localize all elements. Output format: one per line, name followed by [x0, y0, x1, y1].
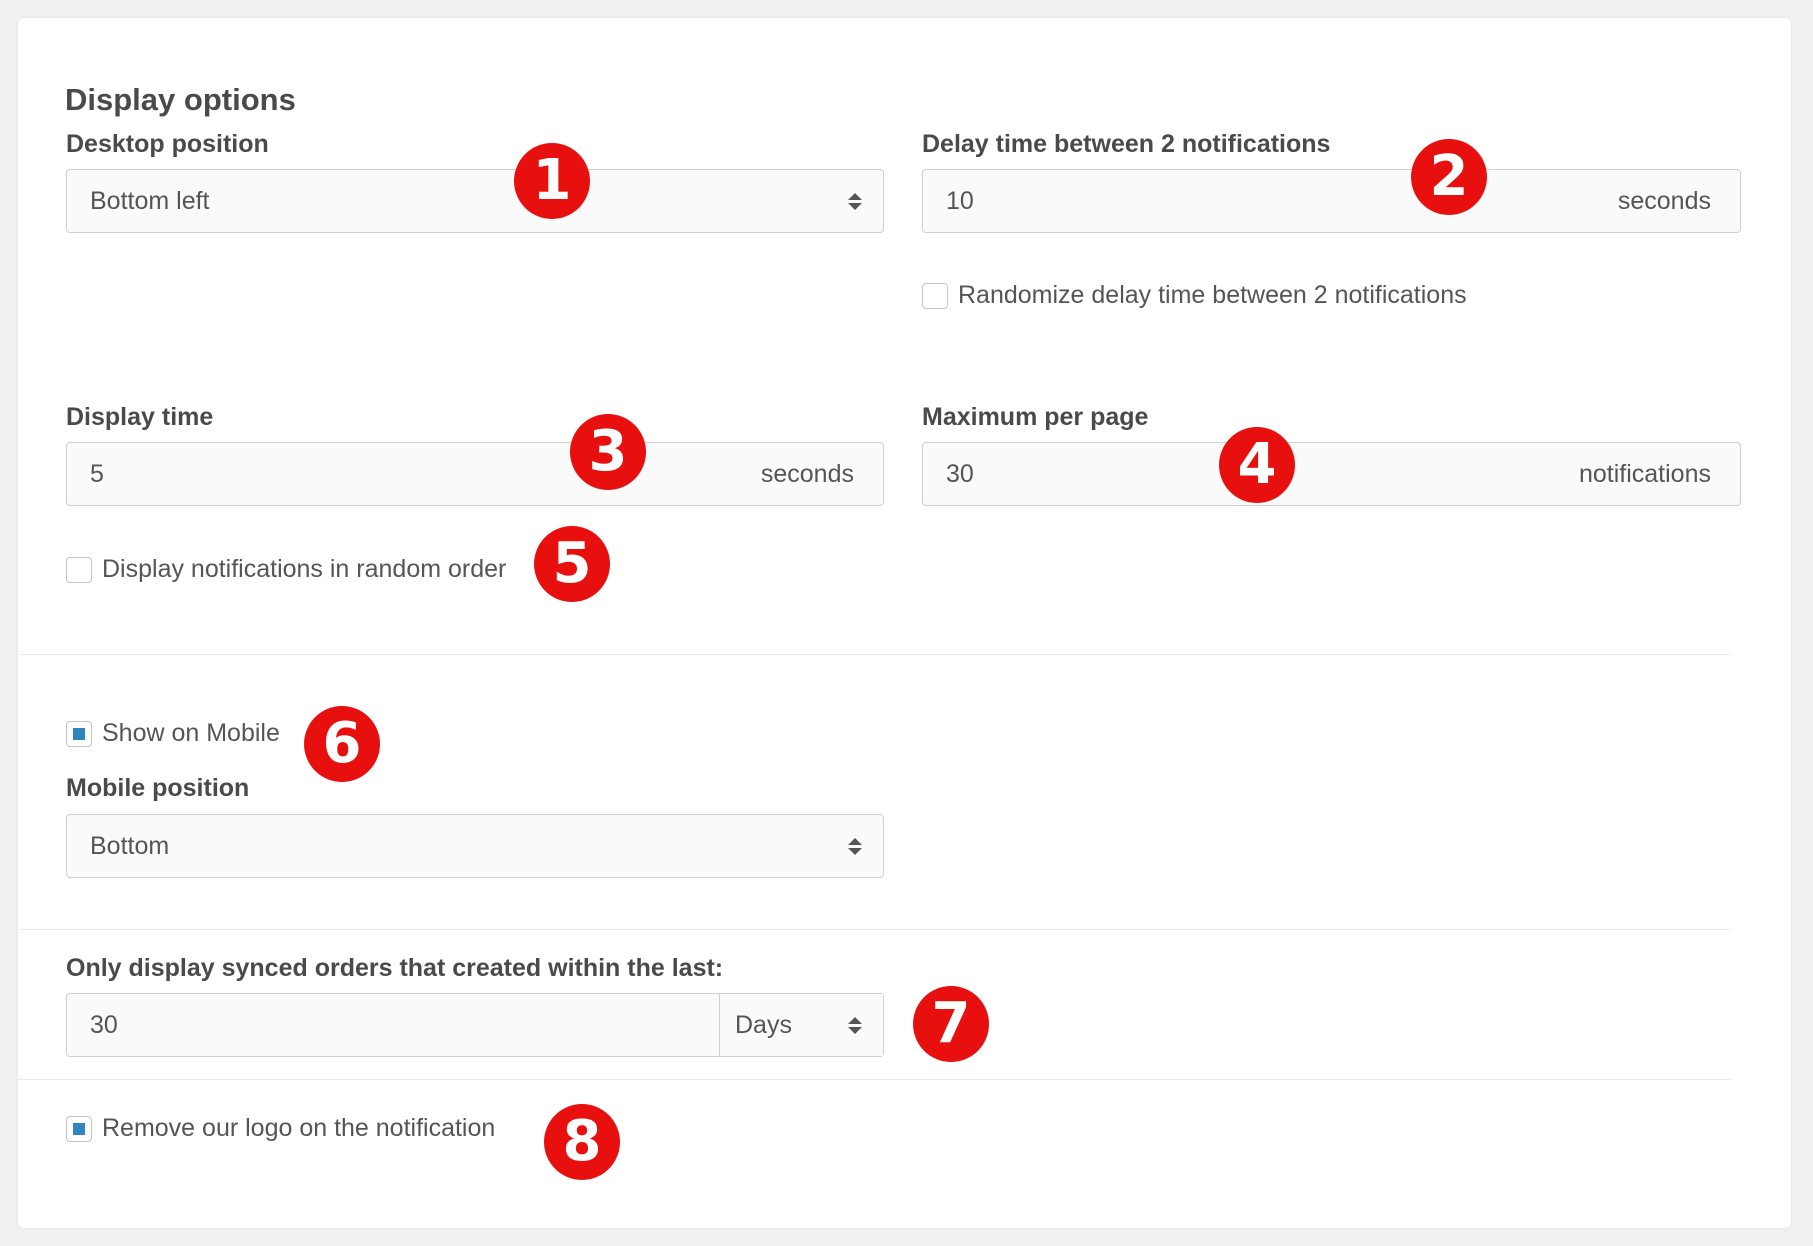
desktop-position-label: Desktop position — [66, 130, 269, 158]
random-order-option[interactable]: Display notifications in random order — [66, 555, 506, 584]
section-title: Display options — [65, 82, 296, 117]
remove-logo-checkbox[interactable] — [66, 1115, 92, 1142]
remove-logo-label: Remove our logo on the notification — [102, 1114, 496, 1142]
badge-1: 1 — [514, 143, 590, 219]
random-order-label: Display notifications in random order — [102, 555, 507, 583]
randomize-delay-label: Randomize delay time between 2 notificat… — [958, 281, 1467, 309]
max-per-page-label: Maximum per page — [922, 403, 1149, 431]
show-on-mobile-checkbox[interactable] — [66, 720, 92, 747]
desktop-position-value: Bottom left — [90, 186, 210, 215]
display-options-card: Display options Desktop position Bottom … — [18, 18, 1791, 1228]
max-per-page-suffix: notifications — [1578, 459, 1711, 488]
mobile-position-label: Mobile position — [66, 774, 250, 802]
display-time-label: Display time — [66, 403, 214, 431]
display-time-input[interactable]: 5 seconds — [66, 442, 884, 506]
delay-time-suffix: seconds — [1617, 186, 1711, 215]
random-order-checkbox[interactable] — [66, 556, 92, 583]
divider — [18, 1079, 1731, 1080]
badge-8: 8 — [544, 1104, 620, 1180]
badge-4: 4 — [1219, 427, 1295, 503]
badge-2: 2 — [1411, 139, 1487, 215]
synced-orders-label: Only display synced orders that created … — [66, 954, 724, 982]
mobile-position-value: Bottom — [90, 831, 170, 860]
show-on-mobile-option[interactable]: Show on Mobile — [66, 719, 280, 748]
badge-6: 6 — [304, 706, 380, 782]
display-time-value: 5 — [90, 459, 104, 488]
show-on-mobile-label: Show on Mobile — [102, 719, 280, 747]
badge-5: 5 — [534, 526, 610, 602]
select-arrows-icon — [847, 1016, 863, 1034]
desktop-position-select[interactable]: Bottom left — [66, 169, 884, 233]
randomize-delay-option[interactable]: Randomize delay time between 2 notificat… — [922, 281, 1467, 310]
display-time-suffix: seconds — [760, 459, 854, 488]
select-arrows-icon — [847, 837, 863, 855]
delay-time-value: 10 — [946, 186, 974, 215]
synced-orders-input-group: 30 Days — [66, 993, 884, 1057]
mobile-position-select[interactable]: Bottom — [66, 814, 884, 878]
delay-time-input[interactable]: 10 seconds — [922, 169, 1741, 233]
divider — [18, 654, 1731, 655]
divider — [18, 929, 1731, 930]
synced-orders-unit-select[interactable]: Days — [719, 994, 883, 1056]
synced-orders-unit: Days — [735, 1010, 792, 1039]
badge-7: 7 — [913, 986, 989, 1062]
randomize-delay-checkbox[interactable] — [922, 282, 948, 309]
delay-time-label: Delay time between 2 notifications — [922, 130, 1331, 158]
max-per-page-input[interactable]: 30 notifications — [922, 442, 1741, 506]
badge-3: 3 — [570, 414, 646, 490]
remove-logo-option[interactable]: Remove our logo on the notification — [66, 1114, 495, 1143]
select-arrows-icon — [847, 192, 863, 210]
